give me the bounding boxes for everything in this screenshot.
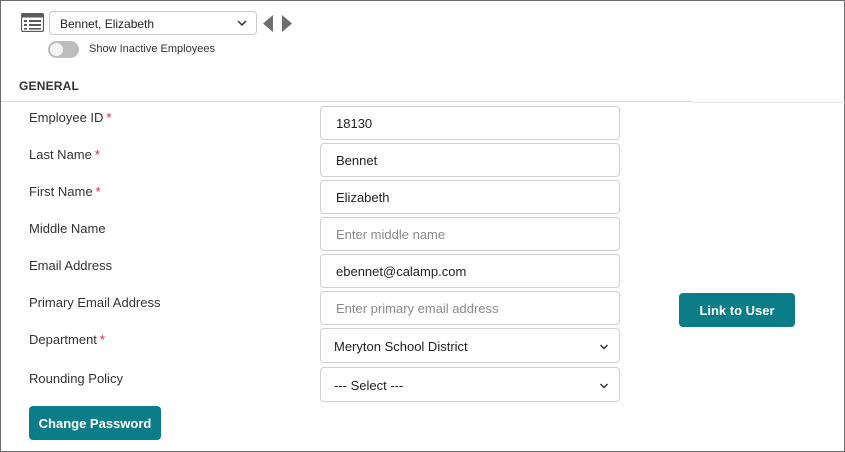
department-label: Department * <box>29 332 105 347</box>
primary-email-label-text: Primary Email Address <box>29 295 161 310</box>
section-title: GENERAL <box>19 79 80 93</box>
employee-id-label: Employee ID * <box>29 110 111 125</box>
caret-left-icon[interactable] <box>263 15 273 32</box>
link-to-user-button[interactable]: Link to User <box>679 293 795 327</box>
department-select[interactable]: Meryton School District <box>320 328 620 363</box>
toggle-knob <box>50 43 63 56</box>
department-select-value: Meryton School District <box>334 339 468 354</box>
employee-id-label-text: Employee ID <box>29 110 104 125</box>
rounding-policy-label: Rounding Policy <box>29 371 123 386</box>
rounding-policy-select[interactable]: --- Select --- <box>320 367 620 402</box>
caret-right-icon[interactable] <box>282 15 292 32</box>
middle-name-label-text: Middle Name <box>29 221 106 236</box>
email-label-text: Email Address <box>29 258 113 273</box>
section-divider-extension <box>693 102 845 103</box>
email-input[interactable] <box>320 254 620 288</box>
primary-email-input[interactable] <box>320 291 620 325</box>
show-inactive-label: Show Inactive Employees <box>89 43 215 55</box>
middle-name-input[interactable] <box>320 217 620 251</box>
change-password-button[interactable]: Change Password <box>29 406 161 440</box>
last-name-label-text: Last Name <box>29 147 92 162</box>
employee-select[interactable]: Bennet, Elizabeth <box>49 11 257 35</box>
required-marker: * <box>106 110 112 125</box>
last-name-label: Last Name * <box>29 147 100 162</box>
last-name-input[interactable] <box>320 143 620 177</box>
employee-select-value: Bennet, Elizabeth <box>60 17 155 31</box>
first-name-label: First Name * <box>29 184 101 199</box>
email-label: Email Address <box>29 258 112 273</box>
list-view-icon[interactable] <box>21 13 44 32</box>
required-marker: * <box>95 184 101 199</box>
show-inactive-toggle[interactable] <box>48 41 79 58</box>
primary-email-label: Primary Email Address <box>29 295 160 310</box>
rounding-policy-select-value: --- Select --- <box>334 378 404 393</box>
first-name-input[interactable] <box>320 180 620 214</box>
middle-name-label: Middle Name <box>29 221 106 236</box>
required-marker: * <box>94 147 100 162</box>
first-name-label-text: First Name <box>29 184 93 199</box>
department-label-text: Department <box>29 332 97 347</box>
chevron-down-icon <box>599 383 609 389</box>
required-marker: * <box>99 332 105 347</box>
employee-id-input[interactable] <box>320 106 620 140</box>
chevron-down-icon <box>599 344 609 350</box>
rounding-policy-label-text: Rounding Policy <box>29 371 123 386</box>
chevron-down-icon <box>237 20 247 27</box>
section-divider <box>1 101 693 102</box>
employee-general-panel: Bennet, Elizabeth Show Inactive Employee… <box>0 0 845 452</box>
